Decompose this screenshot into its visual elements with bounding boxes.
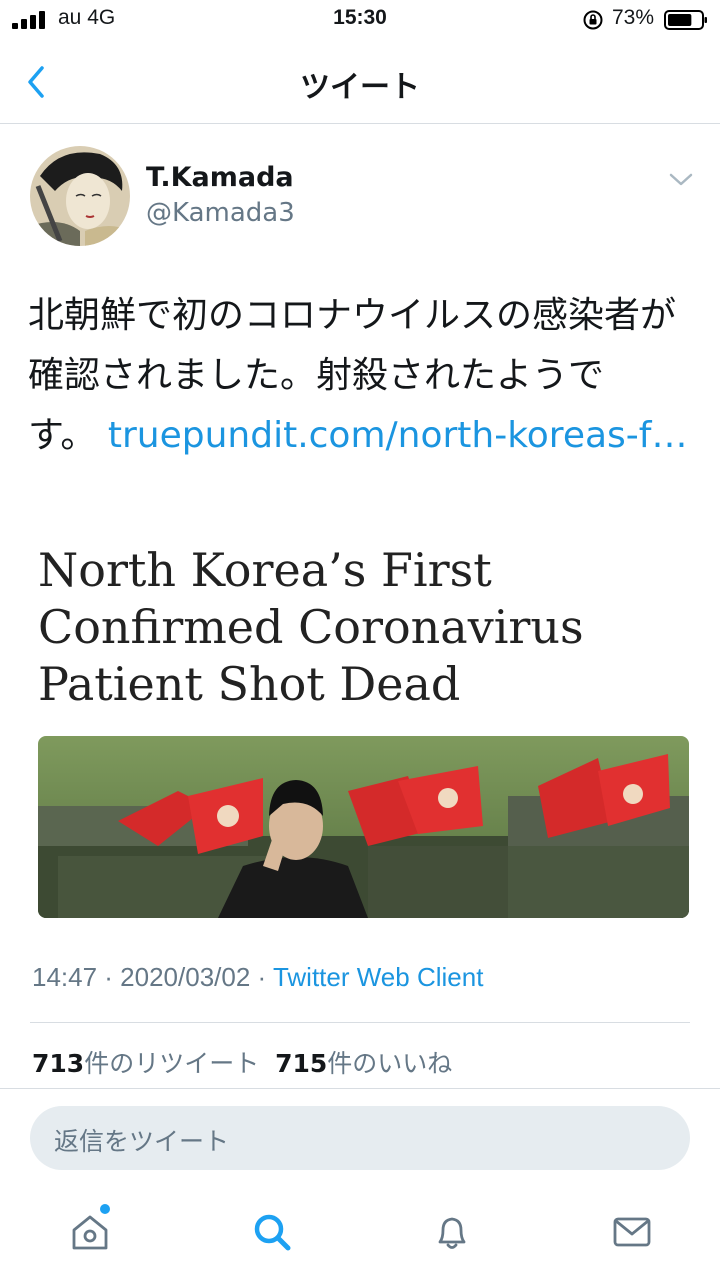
notification-dot [100,1204,110,1214]
retweets-count: 713 [32,1049,85,1078]
battery-icon [664,10,707,30]
reply-input[interactable]: 返信をツイート [30,1106,690,1170]
display-name[interactable]: T.Kamada [146,162,294,193]
avatar-image [30,146,130,246]
tweet-meta: 14:47 · 2020/03/02 · Twitter Web Client [32,962,483,993]
card-title[interactable]: North Korea’s First Confirmed Coronaviru… [38,542,698,713]
tweet-stats: 713件のリツイート 715件のいいね [32,1044,452,1080]
search-icon[interactable] [250,1210,294,1254]
stat-spacer [259,1049,275,1078]
retweets-stat[interactable]: 713件のリツイート [32,1049,259,1078]
divider [0,1088,720,1089]
page-title: ツイート [300,70,420,105]
tweet-link[interactable]: truepundit.com/north-koreas-f… [108,415,688,456]
user-handle[interactable]: @Kamada3 [146,198,295,228]
likes-count: 715 [275,1049,328,1078]
reply-placeholder: 返信をツイート [54,1127,230,1156]
envelope-icon[interactable] [610,1210,654,1254]
avatar[interactable] [30,146,130,246]
tweet-timestamp: 14:47 · 2020/03/02 · [32,962,273,992]
nav-bar: ツイート [0,40,720,124]
status-bar: au 4G 15:30 73% [0,0,720,40]
bell-icon[interactable] [430,1210,474,1254]
card-photo [38,736,689,918]
retweets-label: 件のリツイート [84,1049,260,1078]
tweet-spacer [96,415,107,456]
tab-bar [0,1190,720,1280]
likes-stat[interactable]: 715件のいいね [275,1049,452,1078]
tweet-source[interactable]: Twitter Web Client [273,962,483,992]
card-image[interactable] [38,736,689,918]
battery-percent: 73% [612,6,655,29]
home-icon[interactable] [68,1210,112,1254]
chevron-down-icon[interactable] [666,168,696,190]
likes-label: 件のいいね [327,1049,453,1078]
divider [30,1022,690,1023]
rotation-lock-icon [583,10,603,30]
tweet-text: 北朝鮮で初のコロナウイルスの感染者が確認されました。射殺されたようです。 tru… [28,286,694,466]
